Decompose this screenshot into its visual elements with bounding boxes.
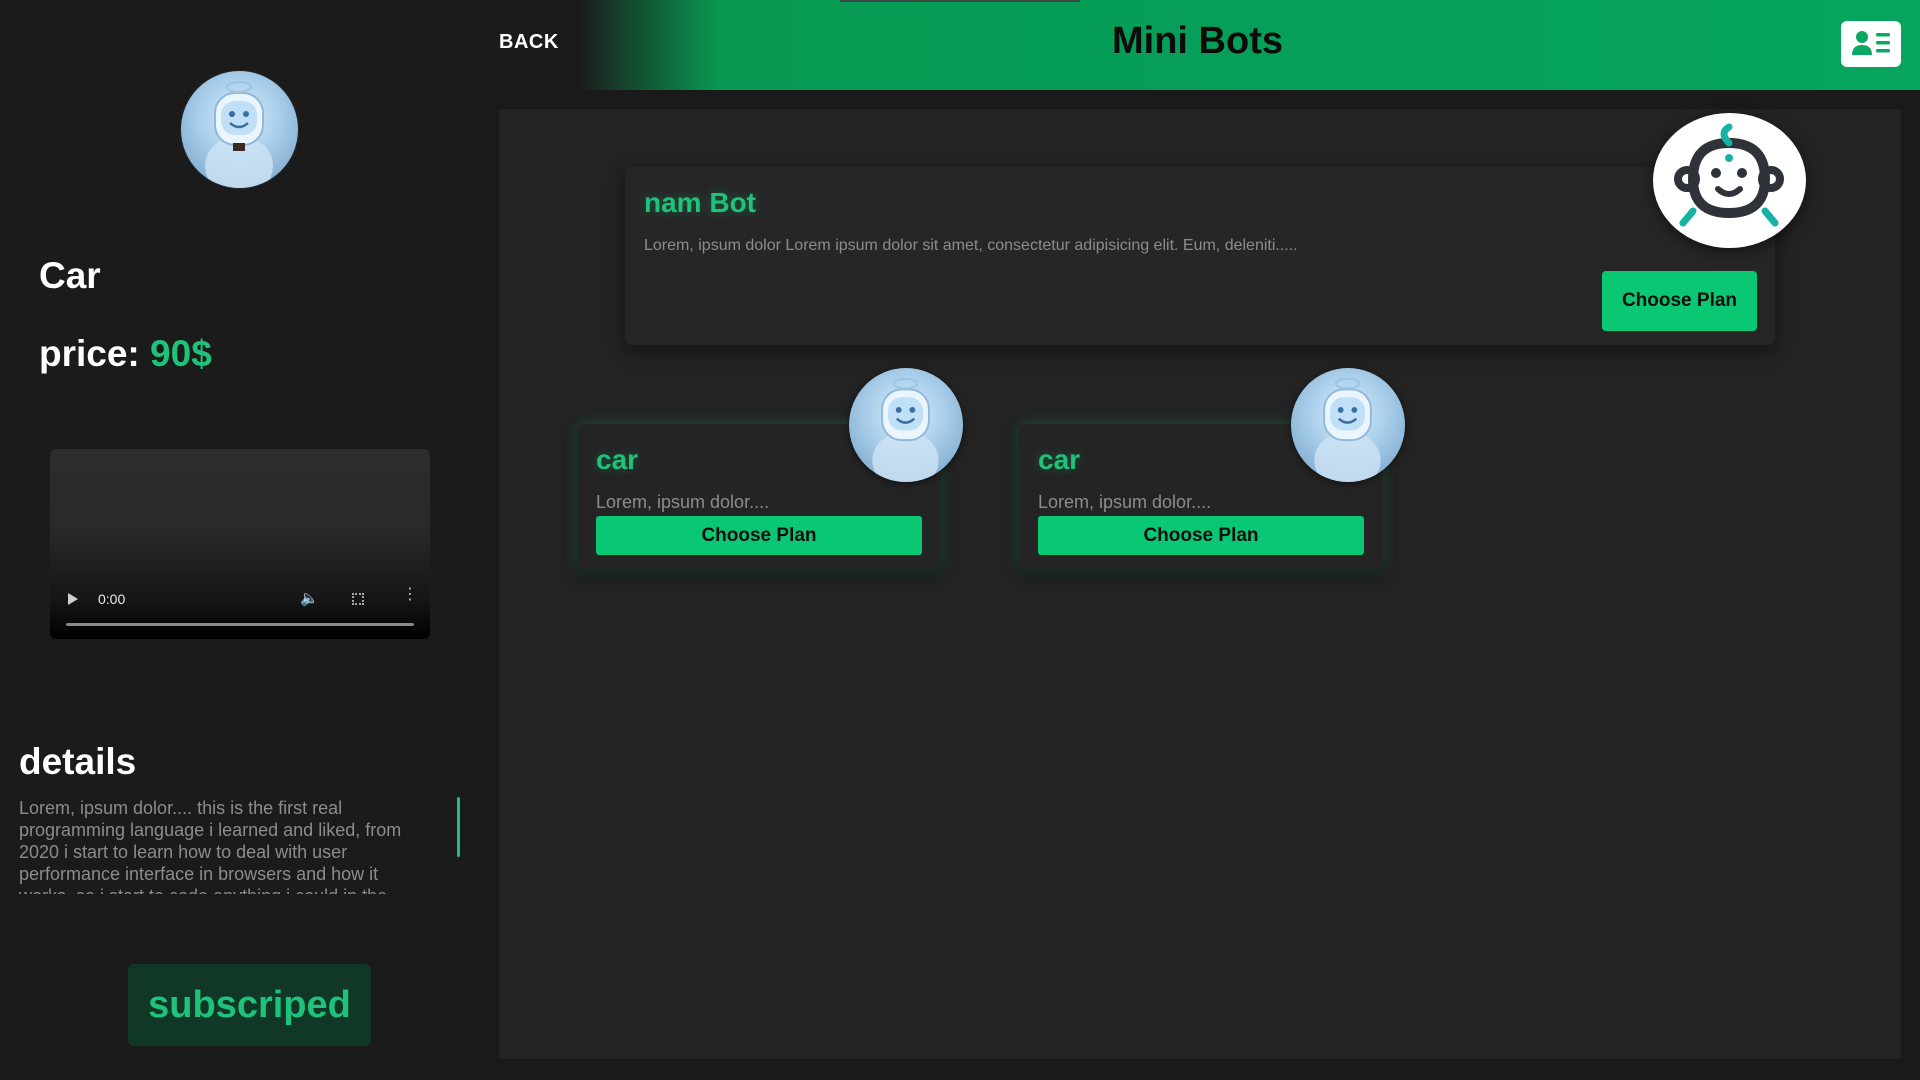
price-value: 90$ [150,333,212,374]
bot-card-description: Lorem, ipsum dolor.... [1038,492,1212,512]
more-vertical-icon[interactable]: ⋮ [402,587,418,603]
featured-title: nam Bot [644,187,756,218]
profile-button[interactable] [1841,21,1901,67]
back-button[interactable]: BACK [499,31,559,54]
details-title: details [19,741,137,782]
bot-card-title: car [596,444,639,475]
video-time: 0:00 [98,591,126,607]
details-scrollbar[interactable] [457,797,460,857]
robot-avatar-icon [1291,368,1405,482]
volume-icon[interactable]: 🔈 [300,589,319,607]
subscribed-button[interactable]: subscriped [128,964,371,1046]
price: price: 90$ [39,333,212,375]
profile-card-icon [1852,31,1890,55]
product-name: Car [39,255,101,296]
featured-bot-card: nam Bot Lorem, ipsum dolor Lorem ipsum d… [625,167,1775,345]
play-icon[interactable] [68,593,78,605]
robot-avatar-icon [849,368,963,482]
page-title: Mini Bots [1112,20,1283,62]
video-controls: 0:00 🔈 ⋮ [50,579,430,639]
robot-avatar-icon [181,71,298,188]
bot-card-description: Lorem, ipsum dolor.... [596,492,770,512]
header-divider [840,0,1080,2]
sidebar: Car price: 90$ 0:00 🔈 ⋮ details Lorem, i… [0,0,493,1080]
choose-plan-button[interactable]: Choose Plan [1038,516,1364,555]
choose-plan-button[interactable]: Choose Plan [1602,271,1757,331]
video-player[interactable]: 0:00 🔈 ⋮ [50,449,430,639]
details-text: Lorem, ipsum dolor.... this is the first… [19,798,402,894]
price-label: price: [39,333,140,374]
fullscreen-icon[interactable] [352,593,364,605]
choose-plan-button[interactable]: Choose Plan [596,516,922,555]
baby-face-icon [1653,113,1806,248]
video-progress-bar[interactable] [66,623,414,626]
featured-description: Lorem, ipsum dolor Lorem ipsum dolor sit… [644,237,1298,254]
bot-card-title: car [1038,444,1081,475]
